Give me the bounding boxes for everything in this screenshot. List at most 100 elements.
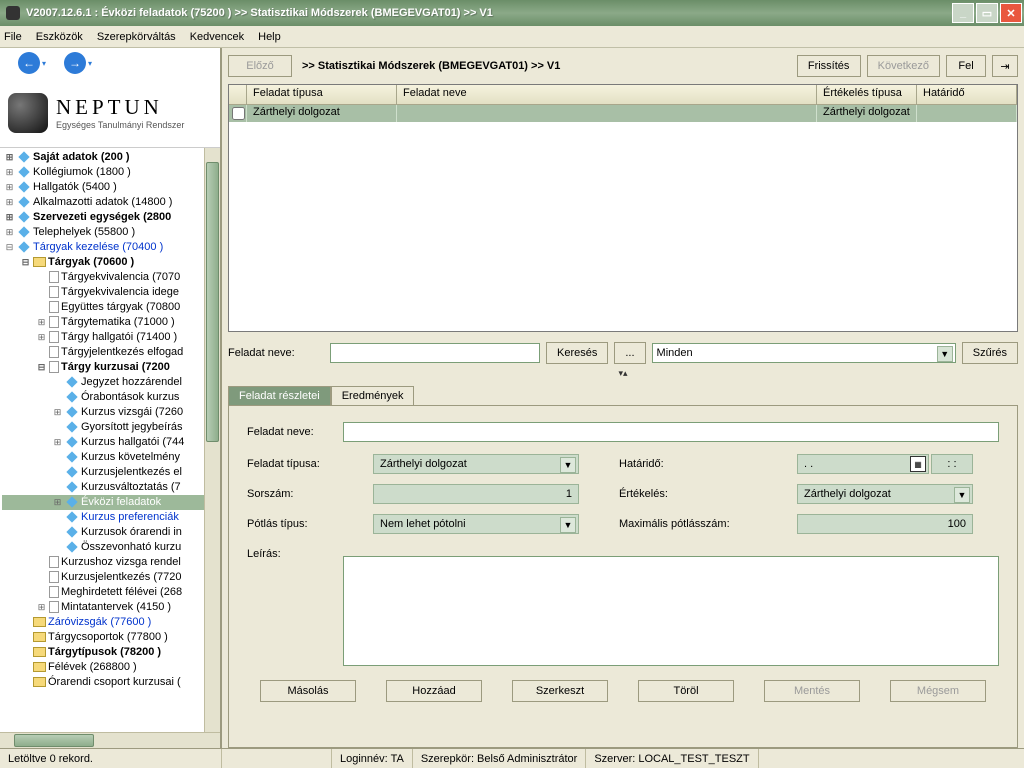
tree-item[interactable]: Kurzusjelentkezés (7720 xyxy=(2,570,204,585)
nav-back-dropdown-icon[interactable]: ▾ xyxy=(42,59,46,68)
delete-button[interactable]: Töröl xyxy=(638,680,734,702)
input-task-name[interactable] xyxy=(343,422,999,442)
filter-combo[interactable]: Minden xyxy=(652,343,956,363)
menu-roleswitch[interactable]: Szerepkörváltás xyxy=(97,31,176,43)
tree-item[interactable]: ⊞Szervezeti egységek (2800 xyxy=(2,210,204,225)
tree-item[interactable]: Összevonható kurzu xyxy=(2,540,204,555)
nav-forward-button[interactable]: → xyxy=(64,52,86,74)
search-input[interactable] xyxy=(330,343,540,363)
grid-header-due[interactable]: Határidő xyxy=(917,85,1017,104)
label-task-type: Feladat típusa: xyxy=(247,458,333,470)
tree-item[interactable]: ⊞Hallgatók (5400 ) xyxy=(2,180,204,195)
statusbar: Letöltve 0 rekord. Loginnév: TA Szerepkö… xyxy=(0,748,1024,768)
combo-task-type[interactable]: Zárthelyi dolgozat xyxy=(373,454,579,474)
logo-subtitle: Egységes Tanulmányi Rendszer xyxy=(56,120,184,130)
value-sorszam: 1 xyxy=(373,484,579,504)
filter-button[interactable]: Szűrés xyxy=(962,342,1018,364)
tree-item[interactable]: ⊞Saját adatok (200 ) xyxy=(2,150,204,165)
tree-item[interactable]: Záróvizsgák (77600 ) xyxy=(2,615,204,630)
combo-ertekeles[interactable]: Zárthelyi dolgozat xyxy=(797,484,973,504)
menu-favorites[interactable]: Kedvencek xyxy=(190,31,244,43)
next-button[interactable]: Következő xyxy=(867,55,940,77)
menu-help[interactable]: Help xyxy=(258,31,281,43)
search-label: Feladat neve: xyxy=(228,347,324,359)
main-panel: Előző >> Statisztikai Módszerek (BMEGEVG… xyxy=(222,48,1024,748)
tree-item[interactable]: Jegyzet hozzárendel xyxy=(2,375,204,390)
grid-header-eval[interactable]: Értékelés típusa xyxy=(817,85,917,104)
tree-item[interactable]: Kurzushoz vizsga rendel xyxy=(2,555,204,570)
tree-item[interactable]: Kurzusváltoztatás (7 xyxy=(2,480,204,495)
tree-item[interactable]: Tárgyekvivalencia (7070 xyxy=(2,270,204,285)
combo-potlas[interactable]: Nem lehet pótolni xyxy=(373,514,579,534)
tree-item[interactable]: Tárgyjelentkezés elfogad xyxy=(2,345,204,360)
status-role: Szerepkör: Belső Adminisztrátor xyxy=(413,749,587,768)
menubar: File Eszközök Szerepkörváltás Kedvencek … xyxy=(0,26,1024,48)
tree-scrollbar-horizontal[interactable] xyxy=(0,732,220,748)
menu-file[interactable]: File xyxy=(4,31,22,43)
task-grid: Feladat típusa Feladat neve Értékelés tí… xyxy=(228,84,1018,332)
tree-item[interactable]: Tárgytípusok (78200 ) xyxy=(2,645,204,660)
tree-item[interactable]: Kurzus követelmény xyxy=(2,450,204,465)
tree-item[interactable]: ⊞Kurzus vizsgái (7260 xyxy=(2,405,204,420)
edit-button[interactable]: Szerkeszt xyxy=(512,680,608,702)
filter-combo-value: Minden xyxy=(657,347,693,359)
grid-header-name[interactable]: Feladat neve xyxy=(397,85,817,104)
copy-button[interactable]: Másolás xyxy=(260,680,356,702)
label-due: Határidő: xyxy=(619,458,757,470)
label-ertekeles: Értékelés: xyxy=(619,488,757,500)
tree-item[interactable]: ⊞Alkalmazotti adatok (14800 ) xyxy=(2,195,204,210)
tree-item[interactable]: ⊞Tárgytematika (71000 ) xyxy=(2,315,204,330)
grid-header-type[interactable]: Feladat típusa xyxy=(247,85,397,104)
label-leiras: Leírás: xyxy=(247,546,333,666)
tree-item[interactable]: Gyorsított jegybeírás xyxy=(2,420,204,435)
window-close-button[interactable]: ✕ xyxy=(1000,3,1022,23)
tab-details[interactable]: Feladat részletei xyxy=(228,386,331,405)
prev-button[interactable]: Előző xyxy=(228,55,292,77)
tree-item[interactable]: Kurzus preferenciák xyxy=(2,510,204,525)
tree-item[interactable]: ⊞Tárgy hallgatói (71400 ) xyxy=(2,330,204,345)
save-button[interactable]: Mentés xyxy=(764,680,860,702)
tree-item[interactable]: Kurzusok órarendi in xyxy=(2,525,204,540)
grid-header-checkbox[interactable] xyxy=(229,85,247,104)
window-titlebar: V2007.12.6.1 : Évközi feladatok (75200 )… xyxy=(0,0,1024,26)
tree-item[interactable]: Tárgycsoportok (77800 ) xyxy=(2,630,204,645)
tree-item[interactable]: ⊞Kurzus hallgatói (744 xyxy=(2,435,204,450)
tree-item[interactable]: ⊟Tárgy kurzusai (7200 xyxy=(2,360,204,375)
row-checkbox[interactable] xyxy=(232,107,245,120)
tree-item[interactable]: Tárgyekvivalencia idege xyxy=(2,285,204,300)
tree-item[interactable]: ⊞Mintatantervek (4150 ) xyxy=(2,600,204,615)
tree-item[interactable]: ⊟Tárgyak kezelése (70400 ) xyxy=(2,240,204,255)
calendar-icon[interactable]: ▦ xyxy=(910,456,926,472)
tree-item[interactable]: Órarendi csoport kurzusai ( xyxy=(2,675,204,690)
cancel-button[interactable]: Mégsem xyxy=(890,680,986,702)
nav-tree[interactable]: ⊞Saját adatok (200 )⊞Kollégiumok (1800 )… xyxy=(0,148,204,732)
sidebar: ← ▾ → ▾ NEPTUN Egységes Tanulmányi Rends… xyxy=(0,48,222,748)
menu-tools[interactable]: Eszközök xyxy=(36,31,83,43)
tree-scrollbar-vertical[interactable] xyxy=(204,148,220,732)
breadcrumb: >> Statisztikai Módszerek (BMEGEVGAT01) … xyxy=(298,60,791,72)
tree-item[interactable]: Órabontások kurzus xyxy=(2,390,204,405)
refresh-button[interactable]: Frissítés xyxy=(797,55,861,77)
input-due[interactable]: . .▦ : : xyxy=(797,454,973,474)
tree-item[interactable]: Meghirdetett félévei (268 xyxy=(2,585,204,600)
nav-forward-dropdown-icon[interactable]: ▾ xyxy=(88,59,92,68)
splitter-handle[interactable]: ▾▴ xyxy=(228,368,1018,379)
textarea-leiras[interactable] xyxy=(344,557,998,665)
tab-results[interactable]: Eredmények xyxy=(331,386,415,405)
window-maximize-button[interactable]: ▭ xyxy=(976,3,998,23)
tree-item[interactable]: Együttes tárgyak (70800 xyxy=(2,300,204,315)
up-button[interactable]: Fel xyxy=(946,55,986,77)
tree-item[interactable]: ⊞Kollégiumok (1800 ) xyxy=(2,165,204,180)
nav-back-button[interactable]: ← xyxy=(18,52,40,74)
search-more-button[interactable]: ... xyxy=(614,342,645,364)
add-button[interactable]: Hozzáad xyxy=(386,680,482,702)
pin-button[interactable]: ⇥ xyxy=(992,55,1018,77)
table-row[interactable]: Zárthelyi dolgozat Zárthelyi dolgozat xyxy=(229,105,1017,122)
tree-item[interactable]: ⊞Telephelyek (55800 ) xyxy=(2,225,204,240)
window-minimize-button[interactable]: _ xyxy=(952,3,974,23)
tree-item[interactable]: Félévek (268800 ) xyxy=(2,660,204,675)
tree-item[interactable]: Kurzusjelentkezés el xyxy=(2,465,204,480)
search-button[interactable]: Keresés xyxy=(546,342,608,364)
tree-item[interactable]: ⊞Évközi feladatok xyxy=(2,495,204,510)
tree-item[interactable]: ⊟Tárgyak (70600 ) xyxy=(2,255,204,270)
